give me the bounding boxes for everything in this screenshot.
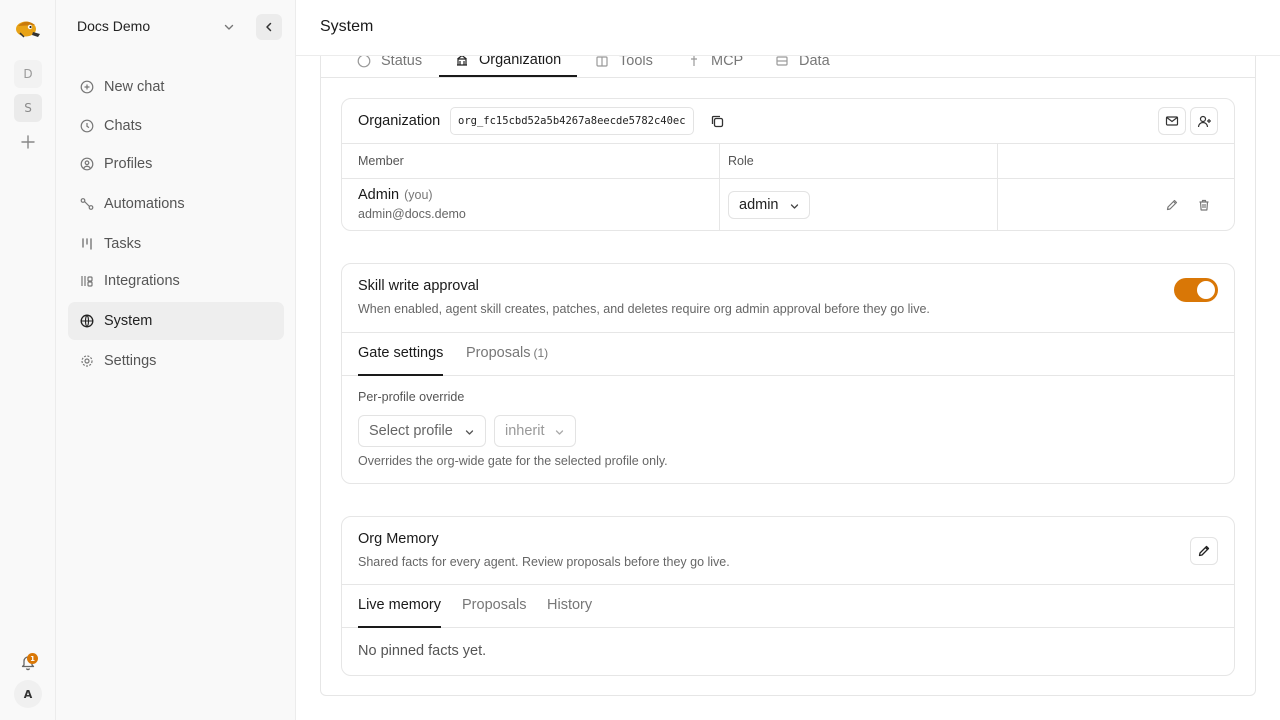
globe-icon	[80, 314, 94, 328]
gate-mode-dropdown[interactable]: inherit	[494, 415, 576, 447]
chevron-down-icon	[464, 426, 475, 437]
skill-write-approval-card: Skill write approval When enabled, agent…	[341, 263, 1235, 484]
org-memory-title: Org Memory	[358, 531, 439, 547]
user-plus-icon	[1197, 115, 1211, 127]
org-id-value: org_fc15cbd52a5b4267a8eecde5782c40ec	[450, 107, 694, 135]
kanban-icon	[80, 237, 94, 251]
sidebar-item-new-chat[interactable]: New chat	[68, 68, 284, 106]
delete-member-trash-icon[interactable]	[1195, 196, 1213, 214]
override-help-text: Overrides the org-wide gate for the sele…	[358, 454, 668, 468]
org-memory-description: Shared facts for every agent. Review pro…	[358, 555, 730, 569]
sidebar-item-label: Automations	[104, 196, 185, 212]
sidebar-item-settings[interactable]: Settings	[68, 342, 284, 380]
dropdown-value: Select profile	[369, 423, 453, 439]
status-circle-icon	[357, 54, 371, 68]
sidebar-item-system[interactable]: System	[68, 302, 284, 340]
sidebar-item-label: System	[104, 313, 153, 329]
sidebar-item-automations[interactable]: Automations	[68, 185, 284, 223]
subtab-memory-proposals[interactable]: Proposals	[462, 597, 526, 628]
sidebar-item-label: Tasks	[104, 236, 142, 252]
sidebar-item-tasks[interactable]: Tasks	[68, 225, 284, 263]
user-avatar[interactable]: A	[14, 680, 42, 708]
workspace-name[interactable]: Docs Demo	[77, 18, 150, 34]
sidebar-item-label: Integrations	[104, 273, 180, 289]
dropdown-value: inherit	[505, 423, 545, 439]
proposal-count: (1)	[533, 346, 549, 360]
memory-empty-state: No pinned facts yet.	[358, 643, 487, 659]
sidebar-item-chats[interactable]: Chats	[68, 107, 284, 145]
skill-approval-subtabs: Gate settings Proposals (1)	[342, 332, 1234, 376]
page-title: System	[320, 18, 374, 35]
toolbox-icon	[595, 54, 609, 68]
skill-approval-toggle[interactable]	[1174, 278, 1218, 302]
member-name-text: Admin	[358, 187, 400, 203]
column-header-member: Member	[358, 154, 404, 168]
chevron-down-icon	[554, 426, 565, 437]
skill-approval-title: Skill write approval	[358, 278, 479, 294]
add-workspace-icon[interactable]	[18, 132, 38, 152]
system-panel: Status Organization Tools MCP Data Organ…	[320, 20, 1256, 696]
plug-icon	[80, 274, 94, 288]
column-divider	[719, 143, 720, 230]
role-value: admin	[739, 197, 779, 213]
sidebar: Docs Demo New chat Chats Profiles Automa…	[56, 0, 296, 720]
database-icon	[775, 54, 789, 68]
workspace-switch-s[interactable]: S	[14, 94, 42, 122]
member-email: admin@docs.demo	[358, 207, 466, 221]
subtab-gate-settings[interactable]: Gate settings	[358, 345, 444, 376]
sidebar-item-label: Profiles	[104, 156, 153, 172]
subtab-live-memory[interactable]: Live memory	[358, 597, 441, 628]
member-name: Admin (you)	[358, 187, 433, 203]
workflow-icon	[80, 197, 94, 211]
app-logo-icon[interactable]	[14, 16, 42, 40]
plus-circle-icon	[80, 80, 94, 94]
chevron-left-icon	[266, 22, 272, 32]
edit-member-pencil-icon[interactable]	[1163, 196, 1181, 214]
org-memory-card: Org Memory Shared facts for every agent.…	[341, 516, 1235, 676]
invite-by-email-button[interactable]	[1158, 107, 1186, 135]
organization-label: Organization	[358, 113, 441, 129]
pencil-icon	[1198, 545, 1210, 557]
sidebar-item-label: New chat	[104, 79, 165, 95]
workspace-switch-d[interactable]: D	[14, 60, 42, 88]
chevron-down-icon[interactable]	[222, 20, 236, 34]
subtab-label: Proposals	[466, 345, 531, 361]
skill-approval-description: When enabled, agent skill creates, patch…	[358, 302, 930, 316]
collapse-sidebar-button[interactable]	[256, 14, 282, 40]
column-header-role: Role	[728, 154, 754, 168]
edit-memory-button[interactable]	[1190, 537, 1218, 565]
user-circle-icon	[80, 157, 94, 171]
page-header: System	[296, 0, 1280, 56]
gear-icon	[80, 354, 94, 368]
clock-icon	[80, 119, 94, 133]
chevron-down-icon	[789, 200, 800, 211]
subtab-history[interactable]: History	[547, 597, 592, 628]
notification-badge: 1	[27, 653, 38, 664]
organization-card: Organization org_fc15cbd52a5b4267a8eecde…	[341, 98, 1235, 231]
you-indicator: (you)	[404, 188, 433, 202]
toggle-knob	[1197, 281, 1215, 299]
sidebar-item-label: Settings	[104, 353, 157, 369]
subtab-proposals[interactable]: Proposals (1)	[466, 345, 548, 376]
sidebar-item-integrations[interactable]: Integrations	[68, 262, 284, 300]
workspace-rail: D S 1 A	[0, 0, 56, 720]
add-member-button[interactable]	[1190, 107, 1218, 135]
per-profile-override-label: Per-profile override	[358, 390, 465, 404]
plug-icon	[687, 54, 701, 68]
sidebar-item-profiles[interactable]: Profiles	[68, 145, 284, 183]
role-select[interactable]: admin	[728, 191, 810, 219]
members-table-header: Member Role	[342, 143, 1234, 179]
sidebar-item-label: Chats	[104, 118, 142, 134]
mail-icon	[1165, 116, 1179, 126]
copy-icon[interactable]	[708, 112, 726, 130]
column-divider	[997, 143, 998, 230]
select-profile-dropdown[interactable]: Select profile	[358, 415, 486, 447]
org-memory-subtabs: Live memory Proposals History	[342, 584, 1234, 628]
